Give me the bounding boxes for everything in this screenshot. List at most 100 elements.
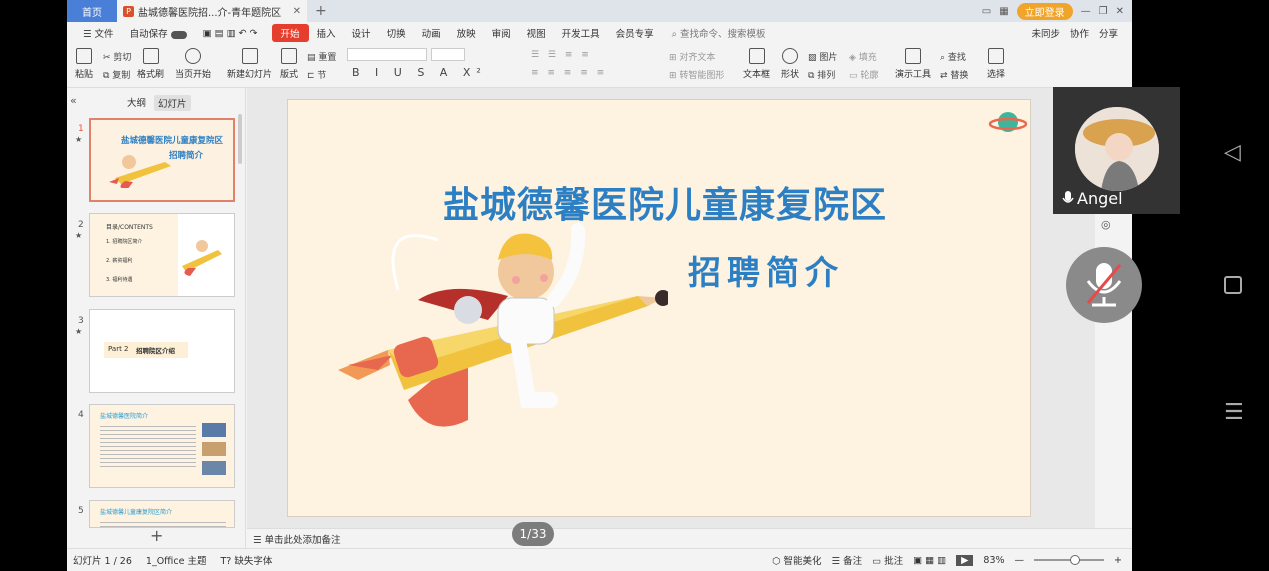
play-from-current-button[interactable]: 当页开始 <box>175 48 211 80</box>
font-size-select[interactable] <box>431 48 465 61</box>
tab-slides[interactable]: 幻灯片 <box>154 95 191 111</box>
notes-area[interactable]: ☰ 单击此处添加备注 <box>247 528 1132 548</box>
find-button[interactable]: ⌕ 查找 <box>940 50 966 63</box>
section-button[interactable]: ⊏ 节 <box>307 68 326 81</box>
select-button[interactable]: 选择 <box>987 48 1005 80</box>
format-buttons[interactable]: B I U S A X² <box>352 66 487 79</box>
textbox-button[interactable]: 文本框 <box>743 48 770 80</box>
slide-thumbnail-4[interactable]: 盐城德馨医院简介 <box>89 404 235 488</box>
copy-button[interactable]: ⧉ 复制 <box>103 68 130 81</box>
present-tools-button[interactable]: 演示工具 <box>895 48 931 80</box>
slide-count: 幻灯片 1 / 26 <box>73 556 132 567</box>
new-tab-button[interactable]: + <box>307 3 335 19</box>
back-nav-icon[interactable]: ◁ <box>1224 140 1241 165</box>
arrange-button[interactable]: ⧉ 排列 <box>808 68 835 81</box>
missing-font-label: 缺失字体 <box>234 556 273 567</box>
tab-slideshow[interactable]: 放映 <box>449 26 484 40</box>
command-search[interactable]: ⌕ 查找命令、搜索模板 <box>672 26 766 40</box>
tab-transition[interactable]: 切换 <box>379 26 414 40</box>
tab-review[interactable]: 审阅 <box>484 26 519 40</box>
restore-icon[interactable]: ❐ <box>1099 6 1108 17</box>
tab-design[interactable]: 设计 <box>344 26 379 40</box>
format-painter-button[interactable]: 格式刷 <box>137 48 164 80</box>
present-tools-label: 演示工具 <box>895 70 932 80</box>
animation-star-icon: ★ <box>75 327 83 336</box>
tab-member[interactable]: 会员专享 <box>608 26 662 40</box>
layout-icon[interactable]: ▭ <box>982 6 991 17</box>
sync-status[interactable]: 未同步 <box>1031 26 1060 40</box>
hamburger-icon[interactable]: ☰ 文件 <box>75 26 122 40</box>
collaborate-button[interactable]: 协作 <box>1070 26 1089 40</box>
tab-animation[interactable]: 动画 <box>414 26 449 40</box>
home-tab[interactable]: 首页 <box>67 0 117 22</box>
shape-button[interactable]: 形状 <box>781 48 799 80</box>
close-window-icon[interactable]: ✕ <box>1116 6 1124 17</box>
quick-icons[interactable]: ▣ ▤ ▥ ↶ ↷ <box>195 28 266 39</box>
slide-panel: « 大纲 幻灯片 1 ★ 盐城德馨医院儿童康复院区 招聘简介 2 ★ 目录/CO… <box>67 88 246 548</box>
outline-label: 轮廓 <box>860 71 879 81</box>
replace-button[interactable]: ⇄ 替换 <box>940 68 968 81</box>
document-tab[interactable]: P 盐城德馨医院招...介-青年题院区 ✕ <box>117 0 307 22</box>
slide-thumbnail-5[interactable]: 盐城德馨儿童康复院区简介 <box>89 500 235 528</box>
close-tab-icon[interactable]: ✕ <box>293 6 301 17</box>
copy-label: 复制 <box>112 71 131 81</box>
cut-button[interactable]: ✂ 剪切 <box>103 50 131 63</box>
align-buttons[interactable]: ≡ ≡ ≡ ≡ ≡ <box>531 68 607 78</box>
reset-button[interactable]: ▤ 重置 <box>307 50 336 63</box>
login-button[interactable]: 立即登录 <box>1016 2 1073 20</box>
slide-thumbnail-3[interactable]: Part 2 招聘院区介绍 <box>89 309 235 393</box>
play-slideshow-button[interactable]: ▶ <box>956 554 974 566</box>
share-button[interactable]: 分享 <box>1099 26 1118 40</box>
thumb4-photo <box>202 442 226 456</box>
comments-button[interactable]: ▭ 批注 <box>872 553 903 567</box>
mic-off-icon <box>1086 263 1122 307</box>
slide-thumbnail-2[interactable]: 目录/CONTENTS 1. 招聘院区简介 2. 薪资福利 3. 福利待遇 <box>89 213 235 297</box>
tab-outline[interactable]: 大纲 <box>127 95 146 111</box>
list-buttons[interactable]: ☰ ☰ ≡ ≡ <box>531 50 592 60</box>
smart-shape-button[interactable]: ⊞ 转智能图形 <box>669 68 724 81</box>
tab-start[interactable]: 开始 <box>271 24 309 42</box>
beautify-button[interactable]: ⬡ 智能美化 <box>772 553 821 567</box>
add-slide-button[interactable]: + <box>150 526 163 545</box>
tab-developer[interactable]: 开发工具 <box>554 26 608 40</box>
recents-nav-icon[interactable]: ☰ <box>1224 402 1244 424</box>
video-participant-tile[interactable]: Angel <box>1053 87 1180 214</box>
thumb4-heading: 盐城德馨医院简介 <box>100 413 149 420</box>
minimize-icon[interactable]: — <box>1081 6 1091 17</box>
grid-icon[interactable]: ▦ <box>999 6 1008 17</box>
picture-button[interactable]: ▨ 图片 <box>808 50 837 63</box>
paste-button[interactable]: 粘贴 <box>75 48 93 80</box>
autosave-toggle[interactable]: 自动保存 <box>122 26 195 40</box>
zoom-out-icon[interactable]: — <box>1015 555 1025 566</box>
outline-button[interactable]: ▭ 轮廓 <box>849 68 878 81</box>
location-icon[interactable]: ◎ <box>1101 218 1111 231</box>
find-label: 查找 <box>947 53 966 63</box>
tab-view[interactable]: 视图 <box>519 26 554 40</box>
mute-toggle-button[interactable] <box>1066 247 1142 323</box>
view-buttons[interactable]: ▣ ▦ ▥ <box>913 555 946 566</box>
tab-insert[interactable]: 插入 <box>309 26 344 40</box>
file-menu[interactable]: 文件 <box>95 29 114 40</box>
slide-thumbnail-1[interactable]: 盐城德馨医院儿童康复院区 招聘简介 <box>89 118 235 202</box>
home-nav-icon[interactable] <box>1224 276 1242 294</box>
font-name-select[interactable] <box>347 48 427 61</box>
current-slide[interactable]: 盐城德馨医院儿童康复院区 招聘简介 <box>287 99 1031 517</box>
participant-name: Angel <box>1061 189 1123 208</box>
editor-canvas[interactable]: 盐城德馨医院儿童康复院区 招聘简介 <box>247 88 1095 528</box>
notes-button[interactable]: ☰ 备注 <box>832 553 863 567</box>
thumb1-title: 盐城德馨医院儿童康复院区 <box>121 136 224 146</box>
rocket-thumb-icon <box>182 240 222 276</box>
zoom-in-icon[interactable]: + <box>1114 555 1122 566</box>
zoom-slider[interactable] <box>1034 555 1105 565</box>
layout-button[interactable]: 版式 <box>280 48 298 80</box>
missing-font-button[interactable]: T? 缺失字体 <box>220 553 272 567</box>
new-slide-button[interactable]: 新建幻灯片 <box>227 48 272 80</box>
notes-label: 备注 <box>843 556 863 567</box>
theme-name[interactable]: 1_Office 主题 <box>146 553 207 567</box>
fill-button[interactable]: ◈ 填充 <box>849 50 877 63</box>
align-text-button[interactable]: ⊞ 对齐文本 <box>669 50 715 63</box>
collapse-panel-icon[interactable]: « <box>70 94 77 107</box>
slide-subtitle[interactable]: 招聘简介 <box>688 246 844 294</box>
zoom-value[interactable]: 83% <box>983 555 1004 566</box>
panel-scrollbar[interactable] <box>238 114 242 164</box>
